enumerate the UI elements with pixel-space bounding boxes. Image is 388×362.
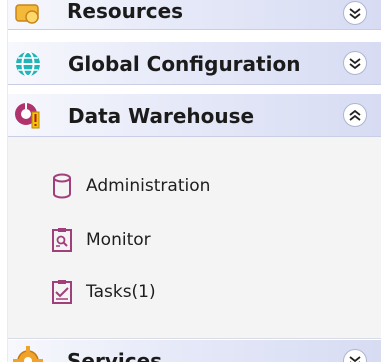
- section-header-data-warehouse[interactable]: Data Warehouse: [8, 93, 381, 137]
- data-warehouse-content: Administration Monitor Tasks(1): [8, 137, 381, 339]
- section-header-global-configuration[interactable]: Global Configuration: [8, 41, 381, 85]
- section-title-resources: Resources: [67, 0, 184, 23]
- navigation-panel: Resources Global Configuration Data Ware…: [0, 0, 388, 362]
- nav-item-label: Monitor: [86, 230, 151, 250]
- panel-left-border: [0, 0, 8, 362]
- section-header-services[interactable]: Services: [8, 339, 381, 362]
- section-title-services: Services: [67, 349, 163, 362]
- chevron-down-icon[interactable]: [343, 51, 367, 75]
- chevron-down-icon[interactable]: [343, 1, 367, 25]
- gear-icon: [13, 346, 43, 362]
- nav-item-label: Tasks(1): [86, 282, 156, 302]
- monitor-clipboard-icon: [52, 228, 72, 252]
- nav-item-tasks[interactable]: Tasks(1): [44, 274, 344, 308]
- panel-right-border: [381, 0, 388, 362]
- section-title-data-warehouse: Data Warehouse: [68, 104, 255, 128]
- nav-item-label: Administration: [86, 176, 211, 196]
- tasks-clipboard-icon: [52, 280, 72, 304]
- nav-item-administration[interactable]: Administration: [44, 168, 344, 202]
- resources-icon: [15, 4, 39, 24]
- globe-icon: [16, 51, 40, 77]
- section-header-resources[interactable]: Resources: [8, 0, 381, 30]
- chevron-down-icon[interactable]: [343, 349, 367, 362]
- chevron-up-icon[interactable]: [343, 103, 367, 127]
- section-title-global-configuration: Global Configuration: [68, 52, 301, 76]
- nav-item-monitor[interactable]: Monitor: [44, 222, 344, 256]
- data-warehouse-warning-icon: [15, 103, 40, 129]
- database-icon: [53, 173, 71, 199]
